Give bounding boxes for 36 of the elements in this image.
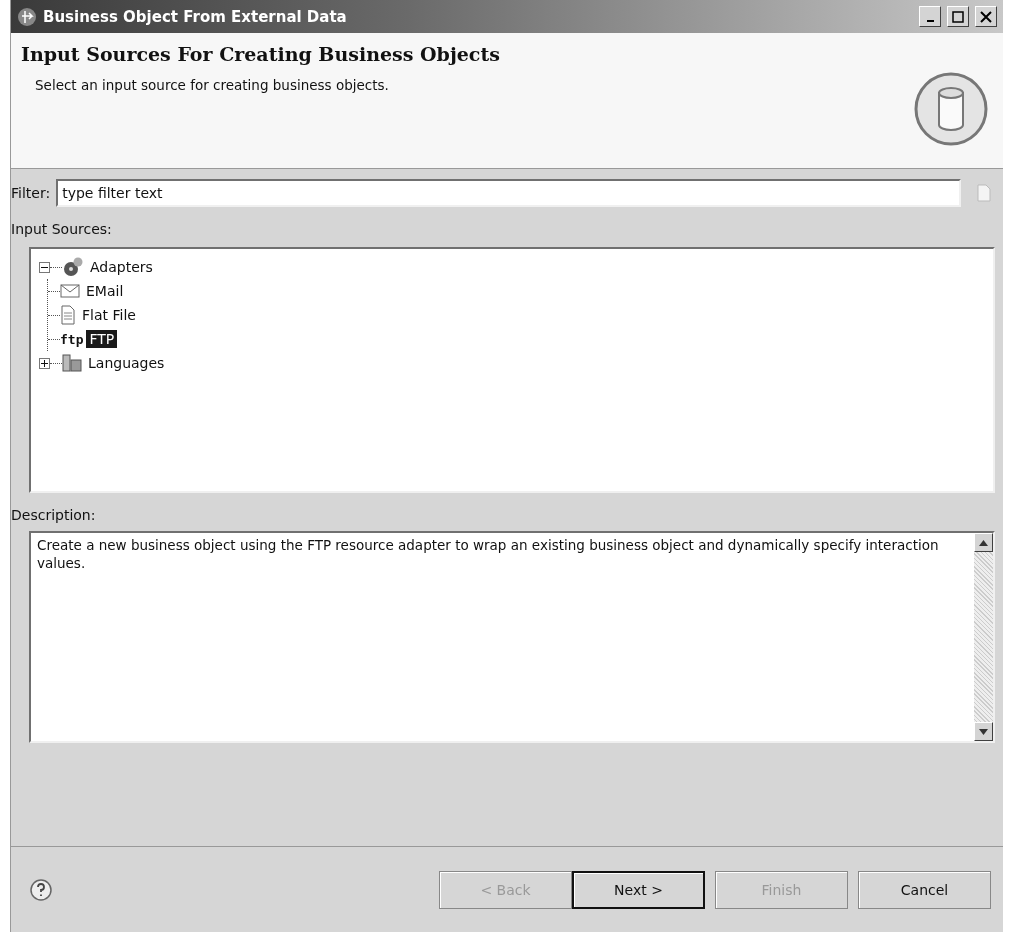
expand-toggle[interactable] [39, 357, 50, 369]
help-icon[interactable] [29, 877, 53, 902]
tree-item[interactable]: Flat File [79, 306, 139, 324]
scroll-down-button[interactable] [974, 722, 993, 741]
section-label: Description: [11, 507, 97, 523]
section-label: Input Sources: [11, 221, 113, 237]
maximize-button[interactable] [947, 6, 969, 27]
description-text: Create a new business object using the FTP resource adapter to wrap an existing business object and dynamically specify interaction values. [36, 536, 940, 573]
page-subtitle: Select an input source for creating business objects. [35, 77, 390, 93]
minimize-button[interactable] [919, 6, 941, 27]
up-arrow-icon [979, 539, 988, 546]
window-title: Business Object From External Data [43, 7, 348, 26]
scrollbar[interactable] [974, 533, 993, 741]
close-button[interactable] [975, 6, 997, 27]
plus-icon [41, 359, 48, 367]
tree-item[interactable]: FTP [86, 330, 118, 348]
maximize-icon [952, 10, 964, 23]
dialog-button[interactable]: Cancel [858, 870, 991, 909]
envelope-icon [60, 283, 80, 299]
cylinder-icon [913, 71, 989, 147]
collapse-toggle[interactable] [39, 261, 50, 273]
ftp-icon: ftp [60, 331, 84, 347]
app-icon [17, 6, 37, 27]
down-arrow-icon [979, 728, 988, 735]
filter-label: Filter: [11, 185, 51, 201]
close-icon [980, 10, 992, 23]
gear-cluster-icon [62, 257, 84, 277]
filter-field[interactable]: type filter text [56, 179, 961, 207]
minimize-icon [926, 19, 934, 22]
dialog-button[interactable]: Next > [572, 870, 705, 909]
scroll-up-button[interactable] [974, 533, 993, 552]
tree-item[interactable]: Adapters [87, 258, 156, 276]
tree-item[interactable]: Languages [85, 354, 168, 372]
page-title: Input Sources For Creating Business Objects [21, 43, 501, 65]
tree-item[interactable]: EMail [83, 282, 127, 300]
document-icon [60, 305, 76, 325]
